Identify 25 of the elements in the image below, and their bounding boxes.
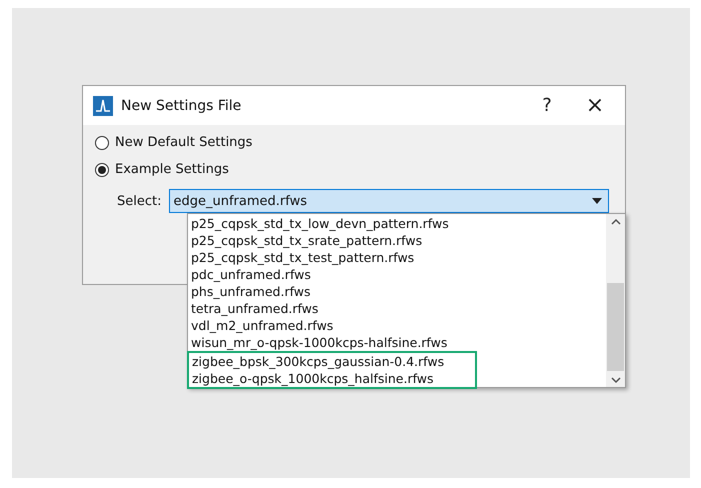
scrollbar[interactable] bbox=[606, 214, 625, 387]
list-item[interactable]: wisun_mr_o-qpsk-1000kcps-halfsine.rfws bbox=[188, 334, 606, 351]
radio-label: Example Settings bbox=[115, 162, 229, 177]
list-item[interactable]: tetra_unframed.rfws bbox=[188, 300, 606, 317]
help-button[interactable]: ? bbox=[527, 90, 567, 120]
list-item[interactable]: vdl_m2_unframed.rfws bbox=[188, 317, 606, 334]
radio-button[interactable] bbox=[95, 162, 109, 176]
list-item[interactable]: zigbee_bpsk_300kcps_gaussian-0.4.rfws bbox=[189, 353, 475, 370]
radio-option[interactable]: Example Settings bbox=[95, 162, 613, 177]
select-dropdown[interactable]: edge_unframed.rfws bbox=[169, 189, 610, 213]
scroll-thumb[interactable] bbox=[607, 283, 624, 371]
list-item[interactable]: p25_cqpsk_std_tx_low_devn_pattern.rfws bbox=[188, 215, 606, 232]
list-item[interactable]: p25_cqpsk_std_tx_test_pattern.rfws bbox=[188, 249, 606, 266]
radio-option[interactable]: New Default Settings bbox=[95, 135, 613, 150]
radio-button[interactable] bbox=[95, 136, 109, 150]
close-button[interactable]: × bbox=[575, 90, 615, 120]
list-item[interactable]: phs_unframed.rfws bbox=[188, 283, 606, 300]
app-icon bbox=[93, 96, 113, 116]
window-title: New Settings File bbox=[121, 98, 242, 114]
list-item[interactable]: pdc_unframed.rfws bbox=[188, 266, 606, 283]
radio-label: New Default Settings bbox=[115, 135, 252, 150]
list-item[interactable]: zigbee_o-qpsk_1000kcps_halfsine.rfws bbox=[189, 370, 475, 387]
caret-icon bbox=[592, 198, 602, 204]
list-item[interactable]: p25_cqpsk_std_tx_srate_pattern.rfws bbox=[188, 232, 606, 249]
select-label: Select: bbox=[117, 194, 162, 208]
